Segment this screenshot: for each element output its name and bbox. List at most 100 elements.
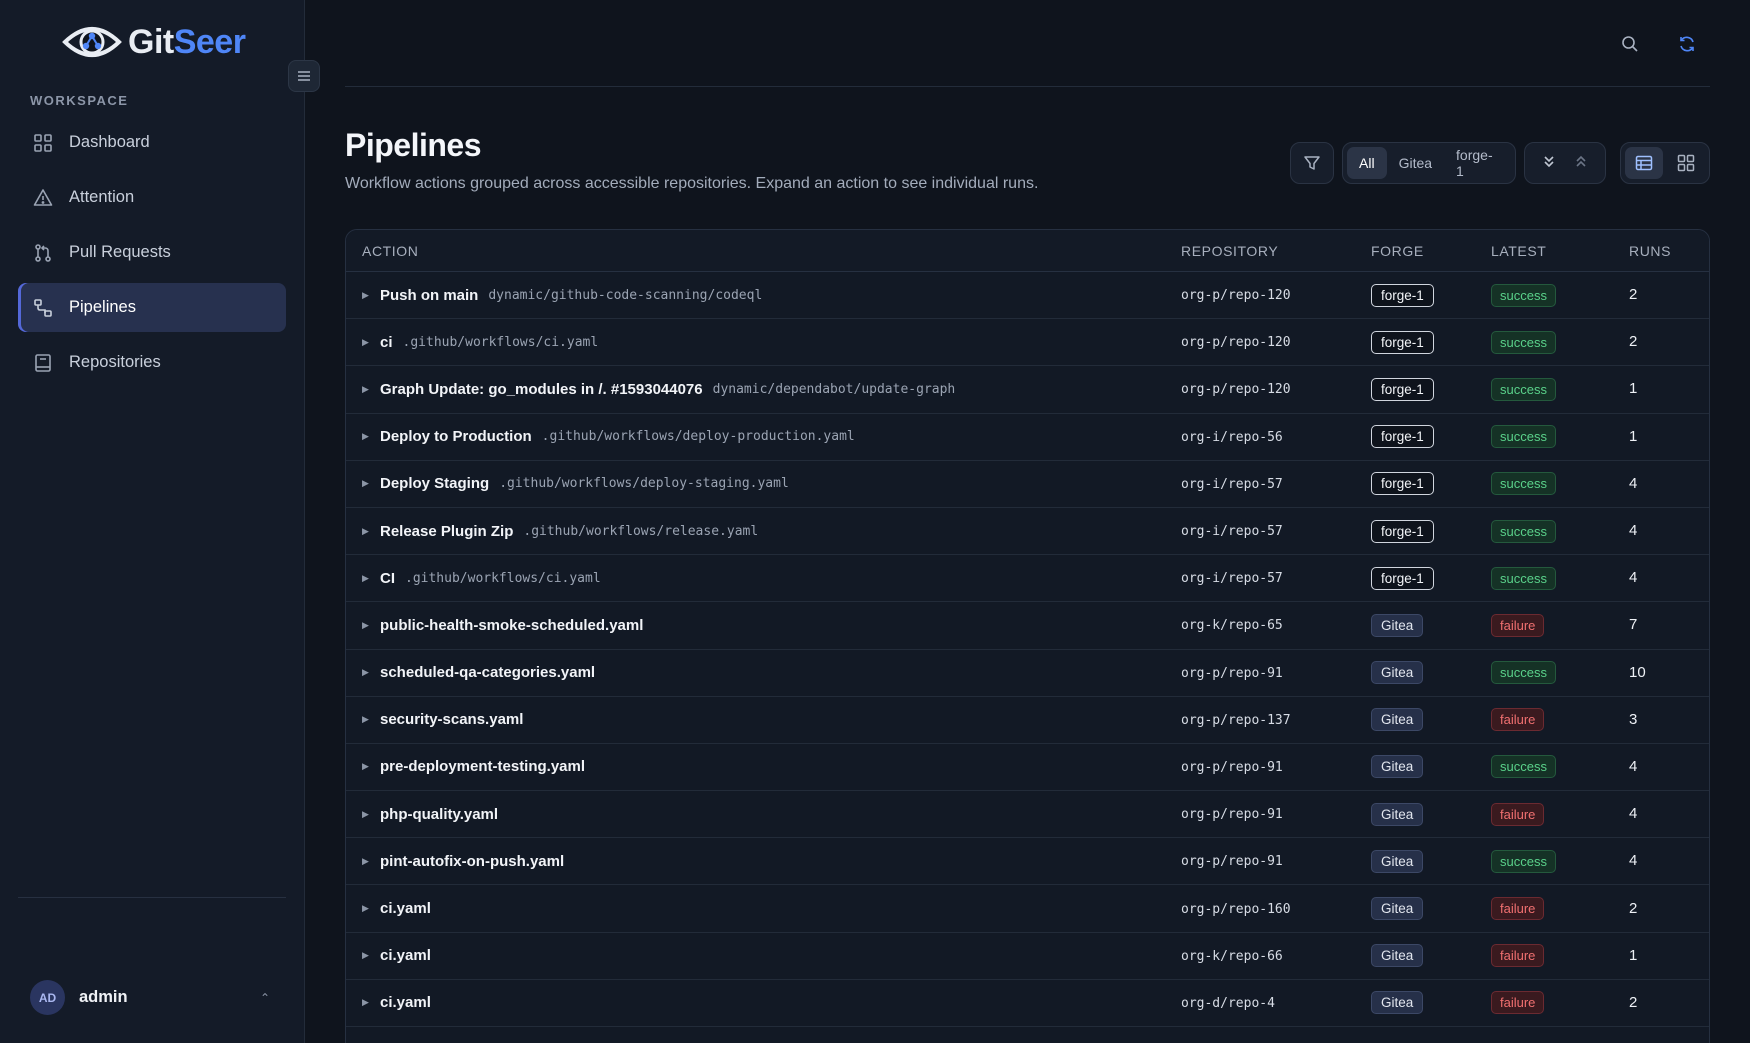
table-row[interactable]: ▶ scheduled-qa-categories.yaml org-p/repo-…: [346, 650, 1709, 697]
repository-name[interactable]: org-i/repo-57: [1181, 571, 1283, 586]
action-cell: ▶ Push on main dynamic/github-code-scannin…: [346, 287, 1181, 304]
repository-name[interactable]: org-i/repo-57: [1181, 477, 1283, 492]
workflow-path: .github/workflows/ci.yaml: [402, 334, 599, 350]
table-row[interactable]: ▶ ci.yaml org-k/repo-66 Gitea failure 1: [346, 933, 1709, 980]
action-cell: ▶ ci .github/workflows/ci.yaml: [346, 334, 1181, 351]
action-cell: ▶ Release Plugin Zip .github/workflows/rel…: [346, 523, 1181, 540]
runs-count: 2: [1629, 286, 1638, 304]
repository-name[interactable]: org-p/repo-91: [1181, 760, 1283, 775]
expand-caret-icon[interactable]: ▶: [362, 997, 380, 1008]
repository-name[interactable]: org-p/repo-120: [1181, 382, 1291, 397]
sidebar-toggle-button[interactable]: [288, 60, 320, 92]
table-row[interactable]: ▶ ci .github/workflows/ci.yaml org-p/repo-1…: [346, 319, 1709, 367]
runs-cell: 2: [1629, 994, 1709, 1012]
expand-caret-icon[interactable]: ▶: [362, 714, 380, 725]
expand-caret-icon[interactable]: ▶: [362, 526, 380, 537]
app-logo[interactable]: GitSeer: [62, 22, 246, 62]
repository-name[interactable]: org-k/repo-66: [1181, 949, 1283, 964]
table-view-button[interactable]: [1625, 147, 1663, 179]
expand-caret-icon[interactable]: ▶: [362, 809, 380, 820]
sidebar-item-dashboard[interactable]: Dashboard: [18, 118, 286, 167]
repository-name[interactable]: org-k/repo-65: [1181, 618, 1283, 633]
expand-caret-icon[interactable]: ▶: [362, 903, 380, 914]
repository-name[interactable]: org-p/repo-120: [1181, 335, 1291, 350]
expand-all-button[interactable]: [1541, 153, 1557, 174]
sidebar-item-pull-requests[interactable]: Pull Requests: [18, 228, 286, 277]
table-row[interactable]: ▶ Release Plugin Zip .github/workflows/rel…: [346, 508, 1709, 556]
page-title: Pipelines: [345, 127, 482, 163]
chevron-up-icon[interactable]: ⌃: [260, 991, 270, 1005]
table-row[interactable]: ▶ Deploy to Production .github/workflows/d…: [346, 414, 1709, 461]
repository-name[interactable]: org-p/repo-91: [1181, 854, 1283, 869]
action-name: scheduled-qa-categories.yaml: [380, 664, 596, 682]
repository-cell: org-p/repo-91: [1181, 758, 1371, 776]
filter-gitea[interactable]: Gitea: [1387, 147, 1444, 179]
runs-count: 7: [1629, 616, 1638, 634]
expand-caret-icon[interactable]: ▶: [362, 950, 380, 961]
user-menu[interactable]: AD admin ⌃: [30, 980, 270, 1015]
runs-cell: 4: [1629, 758, 1709, 776]
table-row[interactable]: ▶ Graph Update: go_modules in /. #1593044…: [346, 366, 1709, 414]
expand-caret-icon[interactable]: ▶: [362, 384, 380, 395]
repository-cell: org-p/repo-160: [1181, 900, 1371, 918]
action-cell: ▶ pre-deployment-testing.yaml: [346, 758, 1181, 775]
expand-caret-icon[interactable]: ▶: [362, 290, 380, 301]
workflow-path: .github/workflows/release.yaml: [523, 523, 759, 539]
runs-cell: 3: [1629, 711, 1709, 729]
status-badge: failure: [1491, 991, 1545, 1015]
forge-cell: Gitea: [1371, 849, 1491, 873]
status-badge: success: [1491, 425, 1556, 449]
forge-badge: forge-1: [1371, 377, 1434, 401]
status-badge: failure: [1491, 944, 1545, 968]
action-name: ci.yaml: [380, 947, 431, 965]
repository-name[interactable]: org-p/repo-91: [1181, 666, 1283, 681]
table-row[interactable]: ▶ security-scans.yaml org-p/repo-137 Gitea f…: [346, 697, 1709, 744]
repository-name[interactable]: org-p/repo-91: [1181, 807, 1283, 822]
table-row[interactable]: ▶ ci.yaml org-d/repo-4 Gitea failure 2: [346, 980, 1709, 1027]
column-header-latest: LATEST: [1491, 242, 1547, 259]
repository-name[interactable]: org-p/repo-160: [1181, 902, 1291, 917]
repository-name[interactable]: org-p/repo-120: [1181, 288, 1291, 303]
sidebar-item-repositories[interactable]: Repositories: [18, 338, 286, 387]
sidebar-item-pipelines[interactable]: Pipelines: [18, 283, 286, 332]
expand-caret-icon[interactable]: ▶: [362, 856, 380, 867]
action-cell: ▶ ci.yaml: [346, 947, 1181, 964]
table-row[interactable]: ▶ ci.yaml org-p/repo-160 Gitea failure 2: [346, 885, 1709, 933]
forge-cell: forge-1: [1371, 519, 1491, 543]
table-row[interactable]: ▶ pint-autofix-on-push.yaml org-p/repo-91 G…: [346, 838, 1709, 886]
sidebar-item-attention[interactable]: Attention: [18, 173, 286, 222]
filter-button[interactable]: [1290, 142, 1334, 184]
table-row[interactable]: ▶ Push on main dynamic/github-code-scannin…: [346, 272, 1709, 320]
search-button[interactable]: [1618, 32, 1642, 56]
expand-caret-icon[interactable]: ▶: [362, 620, 380, 631]
forge-cell: Gitea: [1371, 944, 1491, 968]
topbar-divider: [345, 86, 1710, 87]
forge-badge: Gitea: [1371, 613, 1424, 637]
forge-badge: forge-1: [1371, 566, 1434, 590]
table-row[interactable]: ▶ Deploy Staging .github/workflows/deploy-…: [346, 461, 1709, 508]
repository-name[interactable]: org-p/repo-137: [1181, 713, 1291, 728]
repository-name[interactable]: org-i/repo-56: [1181, 430, 1283, 445]
expand-caret-icon[interactable]: ▶: [362, 573, 380, 584]
runs-cell: 2: [1629, 333, 1709, 351]
filter-all[interactable]: All: [1347, 147, 1387, 179]
filter-forge-1[interactable]: forge-1: [1444, 147, 1511, 179]
action-name: Deploy to Production: [380, 428, 532, 446]
expand-caret-icon[interactable]: ▶: [362, 667, 380, 678]
chevrons-down-icon: [1544, 155, 1554, 167]
repository-name[interactable]: org-d/repo-4: [1181, 996, 1275, 1011]
repository-name[interactable]: org-i/repo-57: [1181, 524, 1283, 539]
forge-badge: Gitea: [1371, 755, 1424, 779]
expand-caret-icon[interactable]: ▶: [362, 478, 380, 489]
expand-caret-icon[interactable]: ▶: [362, 337, 380, 348]
grid-view-button[interactable]: [1667, 147, 1705, 179]
table-row[interactable]: ▶ public-health-smoke-scheduled.yaml org-k…: [346, 602, 1709, 650]
expand-caret-icon[interactable]: ▶: [362, 761, 380, 772]
refresh-button[interactable]: [1675, 32, 1699, 56]
collapse-all-button[interactable]: [1573, 153, 1589, 174]
runs-count: 4: [1629, 522, 1638, 540]
expand-caret-icon[interactable]: ▶: [362, 431, 380, 442]
table-row[interactable]: ▶ php-quality.yaml org-p/repo-91 Gitea failu…: [346, 791, 1709, 839]
table-row[interactable]: ▶ CI .github/workflows/ci.yaml org-i/repo-5…: [346, 555, 1709, 603]
table-row[interactable]: ▶ pre-deployment-testing.yaml org-p/repo-9…: [346, 744, 1709, 792]
